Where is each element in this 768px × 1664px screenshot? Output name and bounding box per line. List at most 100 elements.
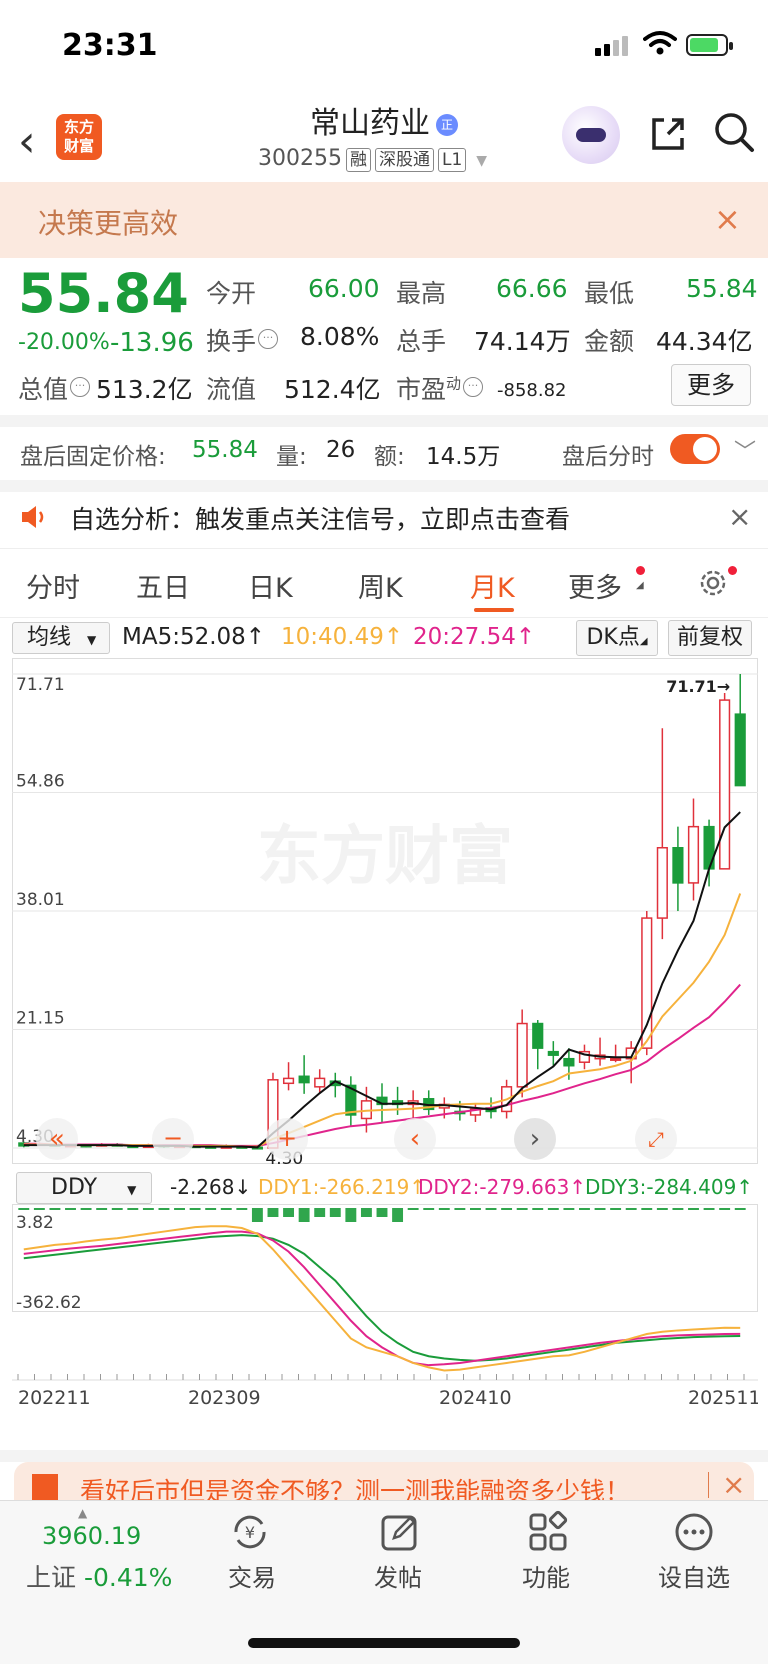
turnover-label: 换手 ··· <box>206 322 279 358</box>
ddy-bar <box>516 1208 528 1210</box>
banner-close-icon[interactable]: × <box>714 200 741 238</box>
nav-post[interactable]: 发帖 <box>374 1558 422 1593</box>
ma5-label: MA5:52.08↑ <box>122 624 266 650</box>
candle <box>610 1057 622 1061</box>
ddy-bar <box>703 1208 715 1210</box>
x-axis-label: 202211 <box>18 1387 91 1409</box>
stock-code: 300255 <box>258 146 342 171</box>
volume-label: 总手 <box>396 327 447 356</box>
fullscreen-icon[interactable]: ⤢ <box>635 1118 677 1160</box>
change-percent: -20.00% <box>18 330 110 355</box>
ddy-bar <box>174 1208 185 1210</box>
more-circle-icon[interactable] <box>672 1510 716 1554</box>
yuan-exchange-icon[interactable]: ¥ <box>228 1510 272 1554</box>
ddy-select[interactable]: DDY ▼ <box>16 1172 152 1204</box>
ddy-chart[interactable]: 3.82 -362.62 202211 202309 202410 202511 <box>12 1204 758 1444</box>
after-hours-toggle[interactable] <box>670 434 720 464</box>
y-tick-label: 54.86 <box>16 771 65 791</box>
candle <box>547 1050 559 1056</box>
tab-weekly-k[interactable]: 周K <box>358 566 403 605</box>
grid-icon[interactable] <box>526 1510 570 1554</box>
ddy-bar <box>96 1208 108 1210</box>
ddy-bar <box>610 1208 622 1210</box>
ddy-bar <box>547 1208 559 1210</box>
share-icon[interactable] <box>648 114 688 154</box>
ddy-bar <box>672 1208 684 1210</box>
ddy-bar <box>579 1208 590 1210</box>
step-right-icon[interactable]: › <box>514 1118 556 1160</box>
nav-functions[interactable]: 功能 <box>522 1558 570 1593</box>
ddy-bar <box>298 1208 310 1222</box>
zoom-out-icon[interactable]: − <box>152 1118 194 1160</box>
assistant-avatar[interactable] <box>562 106 620 164</box>
adjust-button[interactable]: 前复权 <box>668 620 752 656</box>
ddy-bar <box>111 1208 123 1210</box>
step-left-icon[interactable]: ‹ <box>394 1118 436 1160</box>
scroll-left-icon[interactable]: « <box>36 1118 78 1160</box>
y-tick-label: 38.01 <box>16 890 65 910</box>
financing-promo[interactable]: 看好后市但是资金不够？测一测我能融资多少钱！ × <box>14 1462 754 1502</box>
ddy-bar <box>283 1208 295 1217</box>
ddy-bar <box>251 1208 263 1222</box>
caret-down-icon: ▼ <box>476 153 488 169</box>
candle <box>656 847 668 919</box>
ddy-bar <box>158 1208 170 1210</box>
more-button[interactable]: 更多 <box>671 364 751 406</box>
ddy-value: -2.268↓ <box>170 1175 252 1199</box>
tag-connect: 深股通 <box>374 148 434 172</box>
caret-up-icon: ▲ <box>78 1506 88 1520</box>
ddy2-line <box>23 1230 741 1367</box>
settings-icon[interactable] <box>696 566 730 600</box>
open-label: 今开 <box>206 279 257 308</box>
tag-margin: 融 <box>345 148 371 172</box>
after-hours-label: 盘后固定价格: <box>20 444 166 470</box>
notice-text[interactable]: 自选分析：触发重点关注信号，立即点击查看 <box>70 500 570 536</box>
indicator-select[interactable]: 均线 ▼ <box>12 622 110 654</box>
candle <box>641 917 653 1049</box>
notification-dot <box>636 566 645 575</box>
search-icon[interactable] <box>712 110 756 154</box>
active-tab-indicator <box>474 608 514 612</box>
ddy3-label: DDY3:-284.409↑ <box>585 1175 754 1199</box>
index-row[interactable]: 上证 -0.41% <box>26 1558 172 1594</box>
zoom-in-icon[interactable]: + <box>266 1118 308 1160</box>
ddy-bar <box>33 1208 45 1210</box>
tab-more[interactable]: 更多 <box>568 566 622 605</box>
ddy1-line <box>23 1225 741 1372</box>
ddy-top-label: 3.82 <box>16 1213 54 1233</box>
index-value[interactable]: 3960.19 <box>42 1522 141 1550</box>
ddy-bar <box>454 1208 466 1210</box>
divider <box>0 548 768 549</box>
change-value: -13.96 <box>110 328 194 358</box>
candle <box>719 699 731 870</box>
ddy-bar <box>236 1208 248 1210</box>
ma20-label: 20:27.54↑ <box>413 624 536 650</box>
tab-timeshare[interactable]: 分时 <box>26 566 80 605</box>
notice-close-icon[interactable]: × <box>728 500 751 533</box>
home-indicator <box>248 1638 520 1648</box>
after-hours-timeshare-label: 盘后分时 <box>562 444 654 470</box>
promo-text: 看好后市但是资金不够？测一测我能融资多少钱！ <box>80 1477 631 1502</box>
tab-monthly-k[interactable]: 月K <box>470 566 515 605</box>
tab-five-day[interactable]: 五日 <box>136 566 190 605</box>
verified-badge: 正 <box>436 113 458 136</box>
tab-more-caret-icon: ◢ <box>636 580 644 591</box>
stock-code-row[interactable]: 300255 融深股通 L1 ▼ <box>258 146 487 172</box>
x-axis-label: 202410 <box>439 1387 512 1409</box>
divider <box>0 1450 768 1462</box>
tab-daily-k[interactable]: 日K <box>248 566 293 605</box>
chevron-down-icon[interactable]: ﹀ <box>734 434 756 466</box>
divider <box>0 617 768 618</box>
nav-trade[interactable]: 交易 <box>228 1558 276 1593</box>
candlestick-chart[interactable]: 71.7154.8638.0121.154.30东方财富71.71→4.30 <box>12 658 758 1164</box>
ddy-bar <box>688 1208 699 1210</box>
divider <box>0 415 768 427</box>
total-cap-value: 513.2亿 <box>96 375 193 404</box>
pe-label: 市盈动 ··· <box>396 370 484 406</box>
nav-add-watchlist[interactable]: 设自选 <box>658 1558 730 1593</box>
promo-close-icon[interactable]: × <box>722 1468 745 1501</box>
ddy-bar <box>189 1208 201 1210</box>
watermark-logo: 东方财富 <box>257 820 513 894</box>
dk-point-button[interactable]: DK点◢ <box>576 620 658 656</box>
edit-icon[interactable] <box>378 1510 422 1554</box>
